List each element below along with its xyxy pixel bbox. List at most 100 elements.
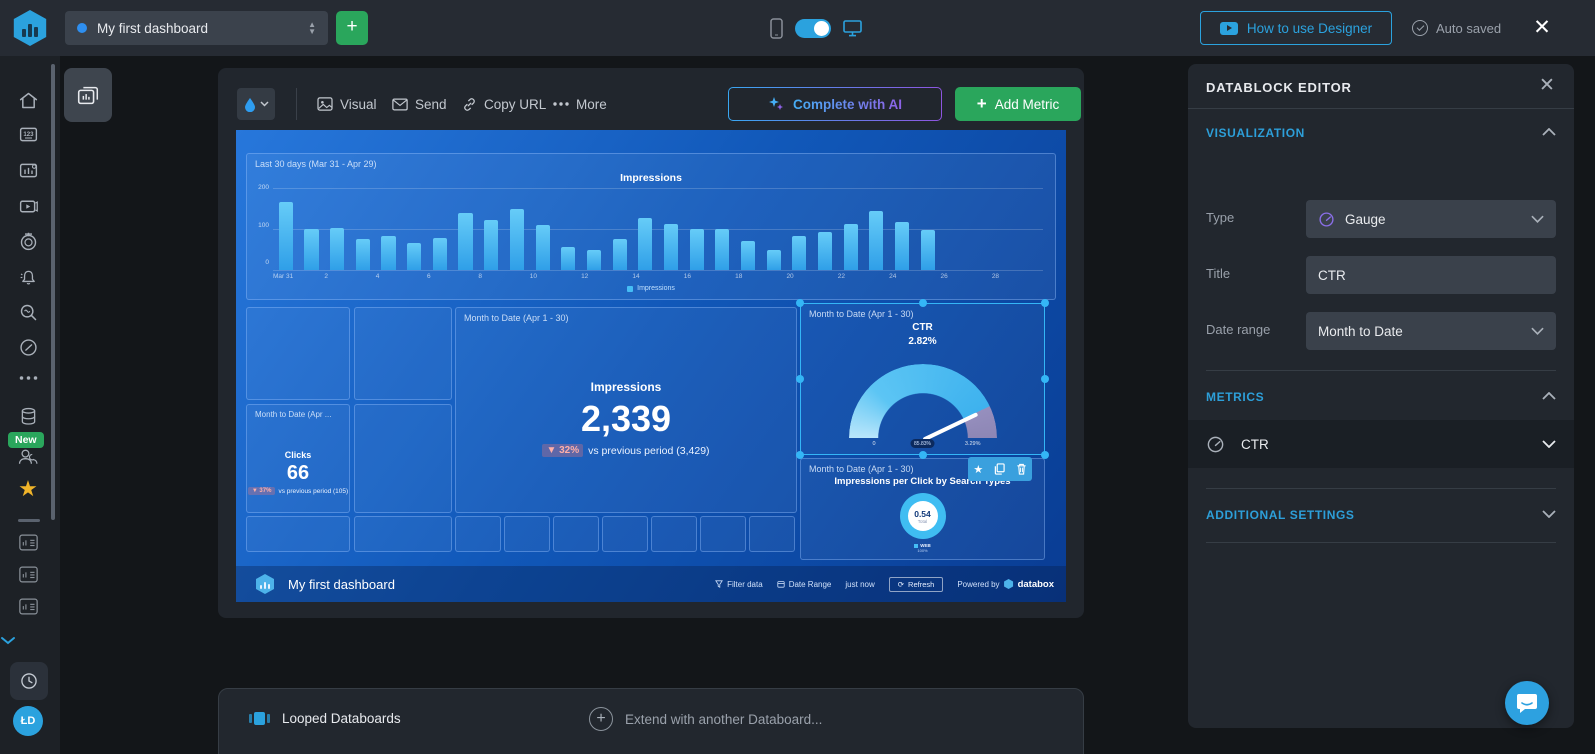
filter-data-button[interactable]: Filter data — [715, 580, 763, 589]
chevron-up-icon[interactable] — [1542, 128, 1556, 136]
dashboard-selector[interactable]: My first dashboard ▲ ▼ — [65, 11, 328, 45]
sidebar-item-videos[interactable] — [0, 196, 56, 217]
theme-selector-button[interactable] — [237, 88, 275, 120]
sidebar-item-query-builder[interactable] — [0, 302, 56, 323]
databox-logo-icon[interactable] — [13, 10, 47, 46]
sidebar-item-goals[interactable] — [0, 231, 56, 252]
sidebar-item-databoards-active[interactable] — [64, 68, 112, 122]
impressions-number-block[interactable]: Month to Date (Apr 1 - 30) Impressions 2… — [455, 307, 797, 513]
date-range-button[interactable]: Date Range — [777, 580, 831, 589]
complete-with-ai-button[interactable]: Complete with AI — [728, 87, 942, 121]
databox-logo-icon — [256, 574, 274, 594]
looped-databoards-button[interactable]: Looped Databoards — [249, 711, 401, 726]
resize-handle[interactable] — [796, 299, 804, 307]
donut-date-label: Month to Date (Apr 1 - 30) — [809, 464, 914, 474]
sidebar-divider — [18, 519, 40, 522]
sidebar-expand-chevron-icon[interactable] — [0, 636, 56, 645]
empty-cell[interactable] — [651, 516, 697, 552]
sidebar-item-home[interactable] — [0, 90, 56, 111]
close-designer-button[interactable]: ✕ — [1531, 17, 1553, 39]
chat-bubble-icon — [1517, 693, 1537, 713]
editor-close-button[interactable]: ✕ — [1536, 75, 1558, 97]
empty-cell[interactable] — [749, 516, 795, 552]
type-value: Gauge — [1345, 211, 1386, 227]
resize-handle[interactable] — [796, 451, 804, 459]
sidebar-databoard-thumb-3[interactable] — [0, 598, 56, 615]
empty-cell[interactable] — [553, 516, 599, 552]
resize-handle[interactable] — [1041, 451, 1049, 459]
chevron-down-icon — [259, 101, 269, 107]
resize-handle[interactable] — [1041, 375, 1049, 383]
empty-block[interactable] — [246, 307, 350, 400]
sidebar-item-more[interactable] — [0, 374, 56, 382]
empty-block[interactable] — [354, 307, 452, 400]
mobile-view-icon[interactable] — [770, 17, 783, 39]
refresh-button[interactable]: ⟳ Refresh — [888, 576, 944, 592]
how-to-use-designer-button[interactable]: How to use Designer — [1200, 11, 1392, 45]
empty-cell[interactable] — [354, 516, 452, 552]
type-select[interactable]: Gauge — [1306, 200, 1556, 238]
device-view-toggle-group — [770, 0, 862, 56]
editor-title: DATABLOCK EDITOR — [1206, 80, 1352, 95]
device-toggle[interactable] — [795, 18, 831, 38]
date-range-select[interactable]: Month to Date — [1306, 312, 1556, 350]
desktop-view-icon[interactable] — [843, 19, 862, 37]
legend-label: Impressions — [637, 285, 675, 292]
sidebar-item-metrics[interactable] — [0, 160, 56, 181]
copy-url-button[interactable]: Copy URL — [462, 88, 546, 120]
add-metric-button[interactable]: + Add Metric — [955, 87, 1081, 121]
empty-cell[interactable] — [455, 516, 501, 552]
sidebar-item-data-manager[interactable] — [0, 406, 56, 427]
title-input[interactable]: CTR — [1306, 256, 1556, 294]
empty-cell[interactable] — [700, 516, 746, 552]
user-avatar[interactable]: ŁD — [13, 706, 43, 736]
metric-row-ctr[interactable]: CTR — [1188, 420, 1574, 468]
sidebar-item-account[interactable] — [0, 448, 56, 466]
empty-cell[interactable] — [602, 516, 648, 552]
visualization-section-header[interactable]: VISUALIZATION — [1206, 126, 1305, 140]
ctr-gauge-block[interactable]: Month to Date (Apr 1 - 30) CTR 2.82% 85.… — [796, 299, 1049, 459]
empty-block[interactable] — [354, 404, 452, 513]
sidebar-item-history[interactable] — [10, 662, 48, 700]
chevron-up-icon[interactable] — [1542, 392, 1556, 400]
impressions-date-label: Month to Date (Apr 1 - 30) — [464, 313, 569, 323]
resize-handle[interactable] — [1041, 299, 1049, 307]
add-databoard-button[interactable]: + — [336, 11, 368, 45]
gauge-date-label: Month to Date (Apr 1 - 30) — [809, 309, 914, 319]
resize-handle[interactable] — [918, 299, 927, 307]
extend-databoard-button[interactable]: + Extend with another Databoard... — [589, 707, 822, 731]
resize-handle[interactable] — [796, 375, 804, 383]
support-chat-button[interactable] — [1505, 681, 1549, 725]
visual-button[interactable]: Visual — [317, 88, 377, 120]
more-button[interactable]: More — [553, 88, 607, 120]
resize-handle[interactable] — [918, 451, 927, 459]
empty-cell[interactable] — [504, 516, 550, 552]
metrics-section-header[interactable]: METRICS — [1206, 390, 1264, 404]
favorites-star-icon[interactable]: ★ — [0, 476, 56, 502]
duplicate-icon[interactable] — [994, 463, 1005, 475]
sidebar-databoard-thumb-1[interactable] — [0, 534, 56, 551]
sidebar-scrollbar[interactable] — [51, 64, 55, 520]
bar-chart-x-axis: Mar 31 2 4 6 8 10 12 14 16 18 20 22 24 26 28 — [273, 273, 1000, 280]
favorite-star-icon[interactable]: ★ — [973, 463, 983, 476]
sidebar-item-benchmarks[interactable] — [0, 337, 56, 358]
donut-legend-value: 100% — [917, 548, 928, 553]
bar-chart-legend[interactable]: Impressions — [247, 285, 1055, 292]
send-button[interactable]: Send — [392, 88, 447, 120]
chevron-down-icon[interactable] — [1542, 510, 1556, 518]
sidebar-item-numbers[interactable]: 123 — [0, 124, 56, 145]
looped-label: Looped Databoards — [282, 711, 401, 726]
empty-cell[interactable] — [246, 516, 350, 552]
video-play-icon — [1219, 21, 1238, 35]
gauge-value: 2.82% — [908, 336, 937, 347]
sidebar-item-alerts[interactable] — [0, 267, 56, 288]
gauge-min-label: 0 — [872, 441, 876, 447]
impressions-delta-note: vs previous period (3,429) — [588, 444, 710, 457]
clicks-block[interactable]: Month to Date (Apr ... Clicks 66 ▼ 37% v… — [246, 404, 350, 513]
databoard-thumb-icon — [18, 566, 38, 583]
impressions-bar-chart-block[interactable]: Last 30 days (Mar 31 - Apr 29) Impressio… — [246, 153, 1056, 300]
trash-icon[interactable] — [1016, 463, 1027, 475]
additional-settings-section-header[interactable]: ADDITIONAL SETTINGS — [1206, 508, 1355, 522]
numbers-icon: 123 — [19, 127, 37, 142]
sidebar-databoard-thumb-2[interactable] — [0, 566, 56, 583]
